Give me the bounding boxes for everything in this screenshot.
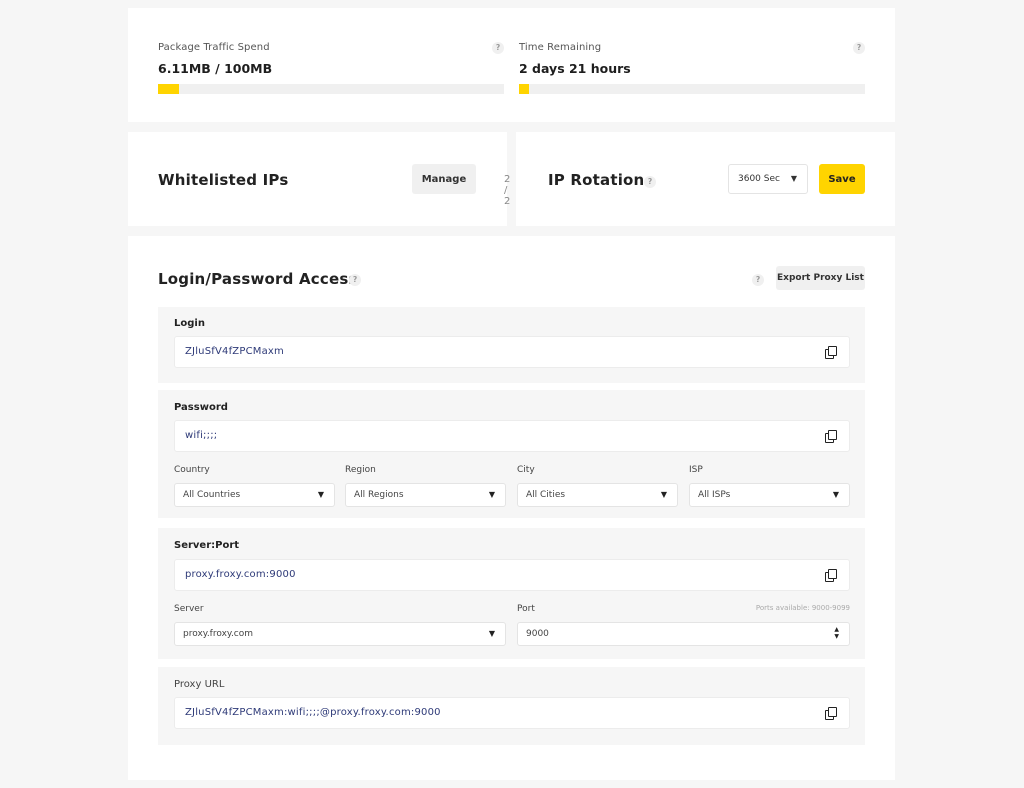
caret-down-icon: ▼ <box>488 490 495 499</box>
region-label: Region <box>345 465 376 475</box>
city-label: City <box>517 465 535 475</box>
question-icon[interactable]: ? <box>853 42 865 54</box>
login-section: Login ZJluSfV4fZPCMaxm <box>158 307 865 383</box>
port-label: Port <box>517 604 535 614</box>
isp-select[interactable]: All ISPs ▼ <box>689 483 850 507</box>
manage-button[interactable]: Manage <box>412 164 476 194</box>
login-value: ZJluSfV4fZPCMaxm <box>185 346 284 357</box>
password-label: Password <box>174 402 228 413</box>
copy-icon[interactable] <box>825 346 837 359</box>
copy-icon[interactable] <box>825 430 837 443</box>
city-select[interactable]: All Cities ▼ <box>517 483 678 507</box>
time-remaining-value: 2 days 21 hours <box>519 61 631 76</box>
caret-down-icon: ▼ <box>317 490 324 499</box>
time-progress-bar <box>519 84 865 94</box>
caret-down-icon: ▼ <box>488 629 495 638</box>
region-value: All Regions <box>354 490 404 500</box>
copy-icon[interactable] <box>825 707 837 720</box>
server-select[interactable]: proxy.froxy.com ▼ <box>174 622 506 646</box>
whitelist-count: 2 / 2 <box>504 174 511 207</box>
country-select[interactable]: All Countries ▼ <box>174 483 335 507</box>
copy-icon[interactable] <box>825 569 837 582</box>
stepper-arrows-icon[interactable]: ▲ ▼ <box>834 626 839 640</box>
caret-down-icon: ▼ <box>832 490 839 499</box>
question-icon[interactable]: ? <box>492 42 504 54</box>
isp-value: All ISPs <box>698 490 731 500</box>
traffic-spend-value: 6.11MB / 100MB <box>158 61 273 76</box>
time-progress-fill <box>519 84 530 94</box>
isp-label: ISP <box>689 465 703 475</box>
server-port-value: proxy.froxy.com:9000 <box>185 569 296 580</box>
save-button[interactable]: Save <box>819 164 865 194</box>
server-port-field[interactable]: proxy.froxy.com:9000 <box>174 559 850 591</box>
password-field[interactable]: wifi;;;; <box>174 420 850 452</box>
traffic-card: Package Traffic Spend ? 6.11MB / 100MB T… <box>128 8 895 122</box>
city-value: All Cities <box>526 490 566 500</box>
region-select[interactable]: All Regions ▼ <box>345 483 506 507</box>
password-value: wifi;;;; <box>185 430 218 441</box>
question-icon[interactable]: ? <box>349 274 361 286</box>
server-label: Server <box>174 604 204 614</box>
traffic-spend-stat: Package Traffic Spend ? 6.11MB / 100MB <box>158 42 504 94</box>
password-section: Password wifi;;;; Country All Countries … <box>158 390 865 518</box>
ip-rotation-title: IP Rotation <box>548 171 645 189</box>
question-icon[interactable]: ? <box>644 176 656 188</box>
port-input[interactable]: 9000 ▲ ▼ <box>517 622 850 646</box>
time-remaining-stat: Time Remaining ? 2 days 21 hours <box>519 42 865 94</box>
caret-down-icon: ▼ <box>660 490 667 499</box>
traffic-progress-fill <box>158 84 180 94</box>
port-value: 9000 <box>526 629 549 639</box>
question-icon[interactable]: ? <box>752 274 764 286</box>
server-port-label: Server:Port <box>174 540 240 551</box>
country-label: Country <box>174 465 210 475</box>
ports-available-note: Ports available: 9000-9099 <box>755 604 850 612</box>
server-value: proxy.froxy.com <box>183 629 254 639</box>
traffic-spend-label: Package Traffic Spend <box>158 42 270 53</box>
country-value: All Countries <box>183 490 241 500</box>
traffic-progress-bar <box>158 84 504 94</box>
rotation-interval-select[interactable]: 3600 Sec ▼ <box>728 164 808 194</box>
server-port-section: Server:Port proxy.froxy.com:9000 Server … <box>158 528 865 659</box>
caret-down-icon: ▼ <box>790 174 797 183</box>
proxy-url-label: Proxy URL <box>174 679 225 690</box>
time-remaining-label: Time Remaining <box>519 42 602 53</box>
proxy-url-value: ZJluSfV4fZPCMaxm:wifi;;;;@proxy.froxy.co… <box>185 707 441 718</box>
proxy-url-field[interactable]: ZJluSfV4fZPCMaxm:wifi;;;;@proxy.froxy.co… <box>174 697 850 729</box>
rotation-interval-value: 3600 Sec <box>738 174 780 184</box>
whitelist-title: Whitelisted IPs <box>158 171 289 189</box>
login-field[interactable]: ZJluSfV4fZPCMaxm <box>174 336 850 368</box>
export-proxy-list-button[interactable]: Export Proxy List <box>776 266 865 290</box>
access-title: Login/Password Access <box>158 270 358 288</box>
login-label: Login <box>174 318 205 329</box>
proxy-url-section: Proxy URL ZJluSfV4fZPCMaxm:wifi;;;;@prox… <box>158 667 865 745</box>
